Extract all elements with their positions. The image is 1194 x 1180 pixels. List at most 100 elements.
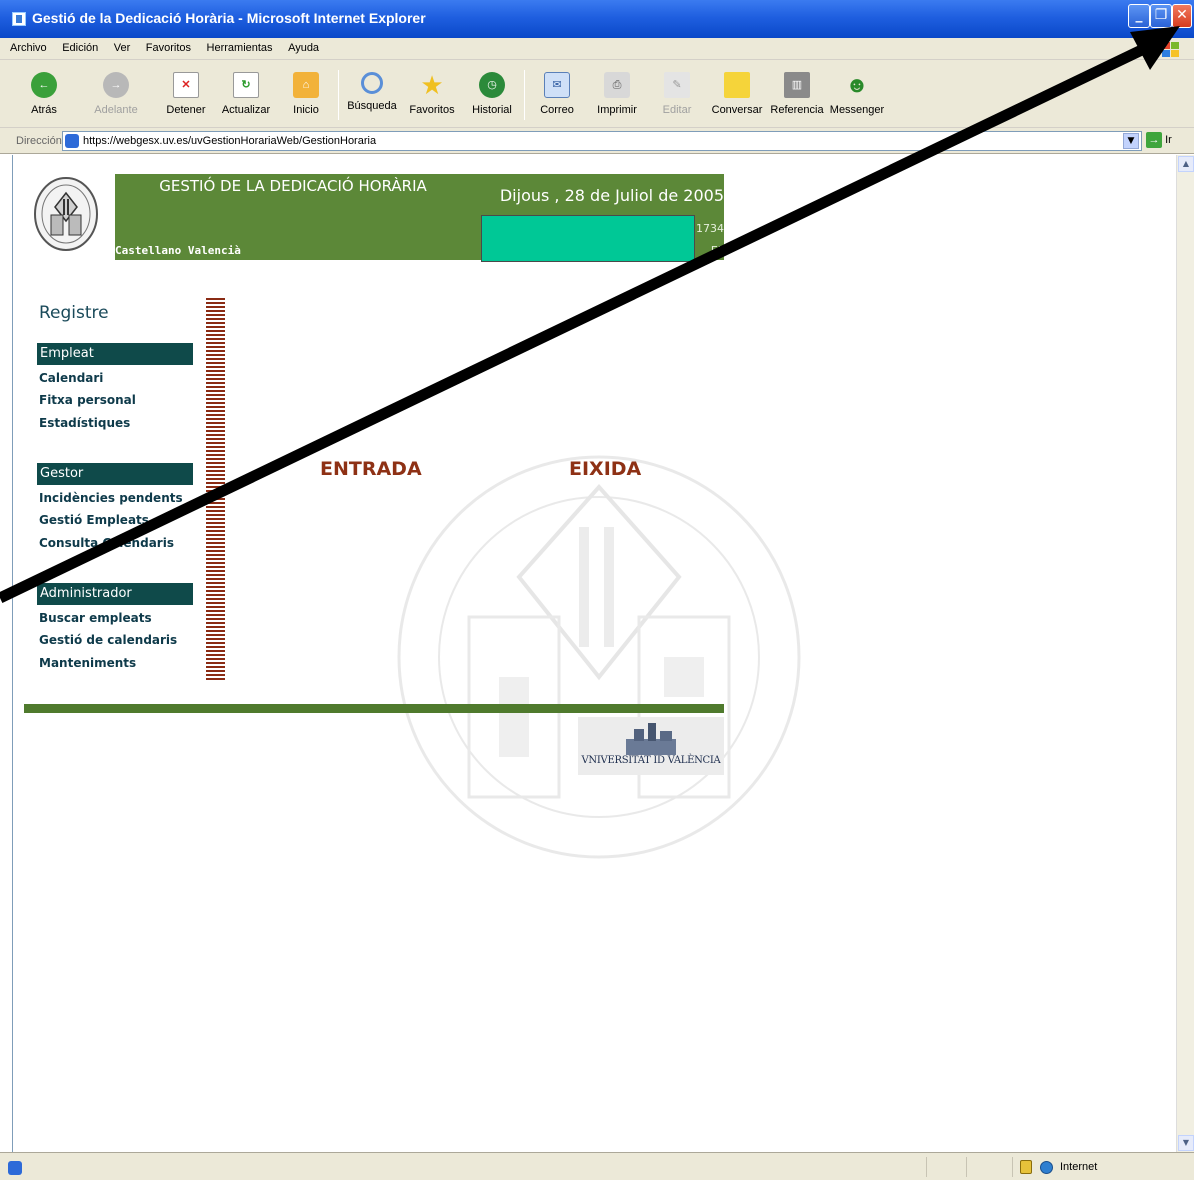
status-separator <box>926 1157 927 1177</box>
menu-herramientas[interactable]: Herramientas <box>205 38 275 58</box>
sidebar-link-consulta-calendaris[interactable]: Consulta Calendaris <box>39 536 174 550</box>
discuss-button[interactable]: Conversar <box>707 66 767 122</box>
menu-ver[interactable]: Ver <box>112 38 133 58</box>
menu-archivo[interactable]: Archivo <box>8 38 49 58</box>
sidebar-link-estadistiques[interactable]: Estadístiques <box>39 416 130 430</box>
minimize-icon: _ <box>1135 7 1143 23</box>
sidebar-link-calendari[interactable]: Calendari <box>39 371 103 385</box>
refresh-button[interactable]: ↻ Actualizar <box>216 66 276 122</box>
status-separator <box>1012 1157 1013 1177</box>
status-bar: Internet <box>0 1152 1194 1180</box>
edit-icon: ✎ <box>664 72 690 98</box>
messenger-button[interactable]: ☻ Messenger <box>827 66 887 122</box>
go-label: Ir <box>1165 133 1172 146</box>
user-id-text: 1734 <box>696 222 724 235</box>
messenger-label: Messenger <box>829 104 885 116</box>
sidebar-link-gestio-calendaris[interactable]: Gestió de calendaris <box>39 633 177 647</box>
universitat-valencia-logo: VNIVERSITAT ID VALÈNCIA <box>578 717 724 775</box>
section-empleat: Empleat <box>37 343 193 365</box>
forward-label: Adelante <box>94 104 138 116</box>
printer-icon: ⎙ <box>604 72 630 98</box>
mail-icon: ✉ <box>544 72 570 98</box>
forward-arrow-icon: → <box>103 72 129 98</box>
sidebar-link-manteniments[interactable]: Manteniments <box>39 656 136 670</box>
address-bar: Dirección https://webgesx.uv.es/uvGestio… <box>0 128 1194 154</box>
mail-label: Correo <box>540 104 574 116</box>
stop-button[interactable]: ✕ Detener <box>156 66 216 122</box>
menu-ayuda[interactable]: Ayuda <box>286 38 321 58</box>
stop-label: Detener <box>166 104 206 116</box>
user-id-text-2: EL <box>710 244 724 257</box>
forward-button[interactable]: → Adelante <box>86 66 146 122</box>
star-icon: ★ <box>420 70 444 100</box>
refresh-label: Actualizar <box>221 104 271 116</box>
security-zone: Internet <box>1060 1161 1098 1173</box>
section-gestor: Gestor <box>37 463 193 485</box>
search-label: Búsqueda <box>347 100 397 112</box>
stop-icon: ✕ <box>173 72 199 98</box>
home-button[interactable]: ⌂ Inicio <box>276 66 336 122</box>
messenger-icon: ☻ <box>845 72 869 97</box>
scroll-down-icon[interactable]: ▼ <box>1178 1135 1194 1151</box>
status-separator <box>966 1157 967 1177</box>
mail-button[interactable]: ✉ Correo <box>527 66 587 122</box>
page-viewport: GESTIÓ DE LA DEDICACIÓ HORÀRIA Dijous , … <box>12 155 1176 1152</box>
address-dropdown-button[interactable]: ▼ <box>1123 133 1139 149</box>
print-button[interactable]: ⎙ Imprimir <box>587 66 647 122</box>
menu-bar: Archivo Edición Ver Favoritos Herramient… <box>0 38 1194 60</box>
ie-app-icon <box>12 12 26 26</box>
menu-favoritos[interactable]: Favoritos <box>144 38 193 58</box>
toolbar-separator <box>524 70 525 120</box>
close-icon: ✕ <box>1176 7 1188 23</box>
research-label: Referencia <box>770 104 824 116</box>
minimize-button[interactable]: _ <box>1128 4 1150 28</box>
sidebar-link-incidencies[interactable]: Incidències pendents <box>39 491 183 505</box>
history-button[interactable]: ◷ Historial <box>462 66 522 122</box>
address-input[interactable]: https://webgesx.uv.es/uvGestionHorariaWe… <box>62 131 1142 151</box>
window-title: Gestió de la Dedicació Horària - Microso… <box>32 10 426 26</box>
windows-logo-icon <box>1162 42 1180 58</box>
address-label: Dirección <box>16 135 62 147</box>
address-url[interactable]: https://webgesx.uv.es/uvGestionHorariaWe… <box>83 135 376 147</box>
university-seal-logo <box>34 177 98 251</box>
print-label: Imprimir <box>597 104 637 116</box>
search-icon <box>361 72 383 94</box>
favorites-button[interactable]: ★ Favoritos <box>402 66 462 122</box>
refresh-icon: ↻ <box>233 72 259 98</box>
history-icon: ◷ <box>479 72 505 98</box>
sidebar-link-fitxa-personal[interactable]: Fitxa personal <box>39 393 136 407</box>
edit-button[interactable]: ✎ Editar <box>647 66 707 122</box>
go-button[interactable]: → Ir <box>1146 132 1186 150</box>
globe-icon <box>1040 1161 1053 1174</box>
language-links[interactable]: Castellano Valencià <box>115 244 241 257</box>
current-date: Dijous , 28 de Juliol de 2005 <box>499 186 724 205</box>
close-button[interactable]: ✕ <box>1172 4 1192 28</box>
toolbar-separator <box>338 70 339 120</box>
lock-icon <box>1020 1160 1032 1174</box>
back-button[interactable]: ← Atrás <box>14 66 74 122</box>
sidebar-link-gestio-empleats[interactable]: Gestió Empleats <box>39 513 149 527</box>
restore-button[interactable]: ❐ <box>1150 4 1172 28</box>
entrada-button[interactable]: ENTRADA <box>320 458 422 480</box>
go-arrow-icon: → <box>1146 132 1162 148</box>
menu-edicion[interactable]: Edición <box>60 38 100 58</box>
sidebar-link-buscar-empleats[interactable]: Buscar empleats <box>39 611 152 625</box>
university-building-icon <box>626 723 676 755</box>
research-button[interactable]: ▥ Referencia <box>767 66 827 122</box>
vertical-scrollbar[interactable]: ▲ ▼ <box>1176 155 1194 1152</box>
discuss-label: Conversar <box>711 104 763 116</box>
home-icon: ⌂ <box>293 72 319 98</box>
back-arrow-icon: ← <box>31 72 57 98</box>
eixida-button[interactable]: EIXIDA <box>569 458 641 480</box>
research-icon: ▥ <box>784 72 810 98</box>
search-button[interactable]: Búsqueda <box>342 66 402 122</box>
scroll-up-icon[interactable]: ▲ <box>1178 156 1194 172</box>
toolbar: ← Atrás → Adelante ✕ Detener ↻ Actualiza… <box>0 60 1194 128</box>
home-label: Inicio <box>293 104 319 116</box>
restore-icon: ❐ <box>1154 7 1168 23</box>
window-titlebar[interactable]: Gestió de la Dedicació Horària - Microso… <box>0 0 1194 38</box>
history-label: Historial <box>472 104 512 116</box>
page-icon <box>65 134 79 148</box>
section-administrador: Administrador <box>37 583 193 605</box>
discuss-icon <box>724 72 750 98</box>
